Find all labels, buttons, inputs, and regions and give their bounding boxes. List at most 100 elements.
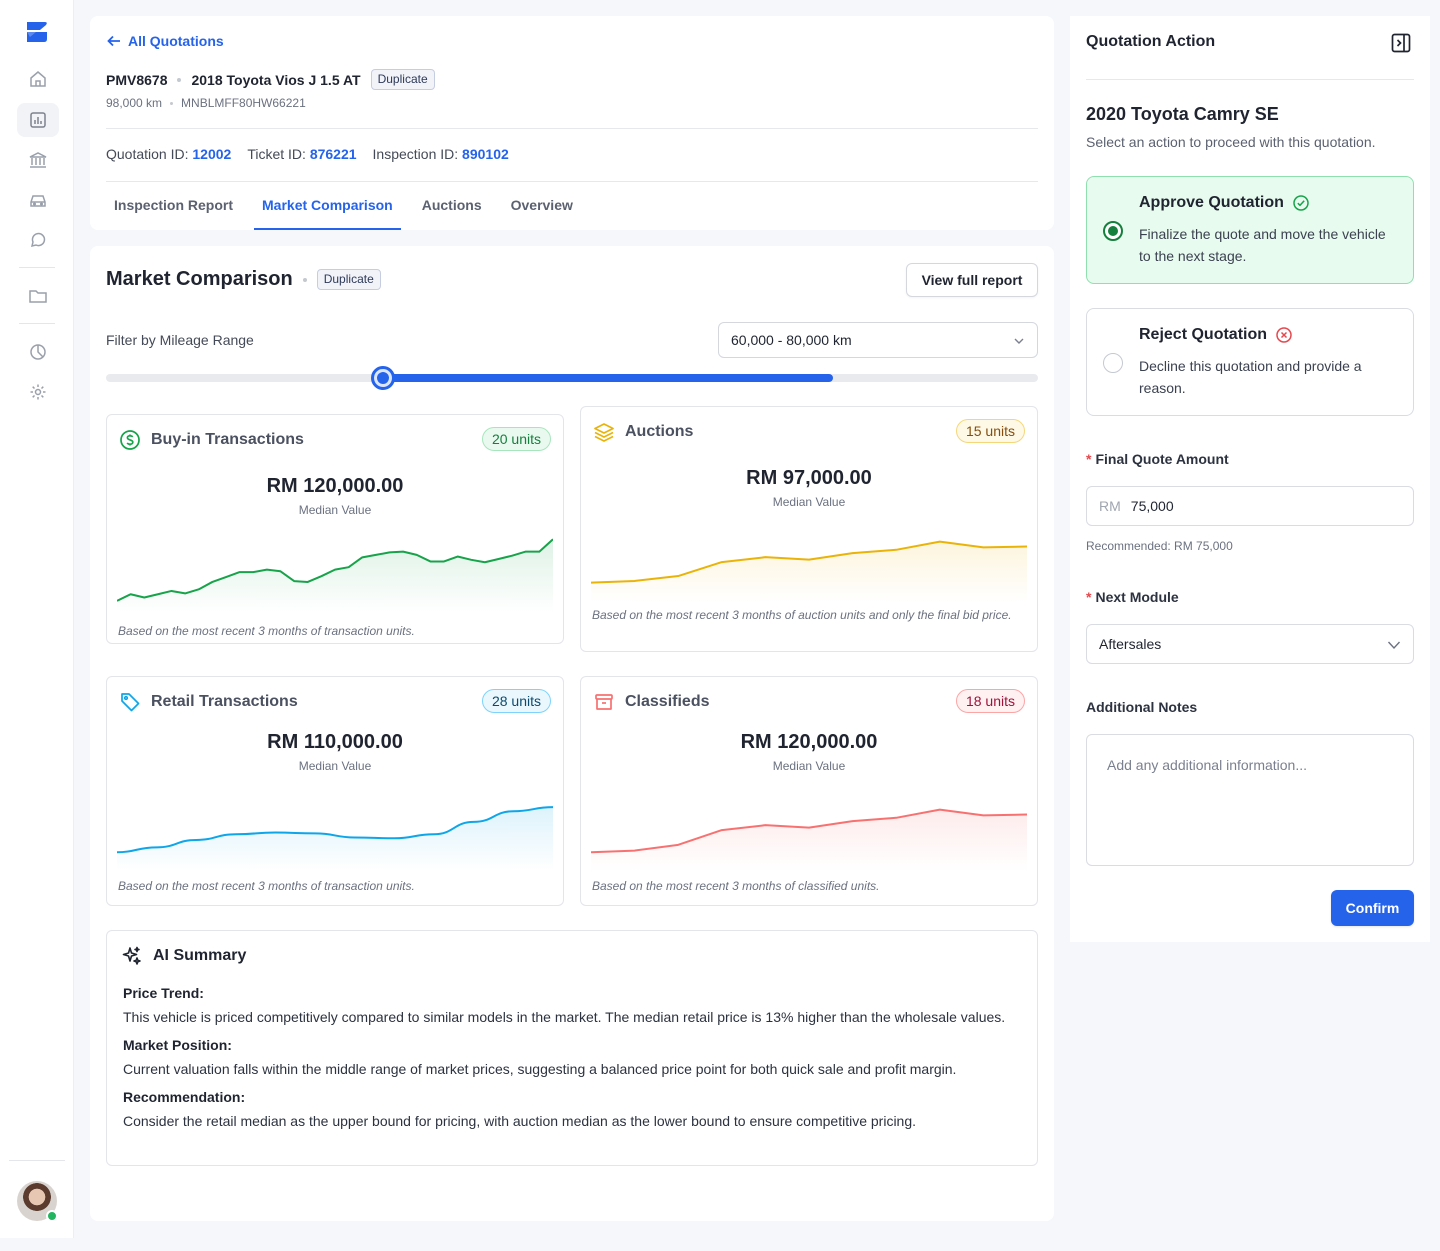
mileage-slider[interactable] [106, 366, 1038, 390]
nav-analytics[interactable] [17, 335, 59, 369]
required-asterisk: * [1086, 451, 1092, 467]
quotation-header: All Quotations PMV8678 2018 Toyota Vios … [90, 16, 1054, 230]
confirm-button[interactable]: Confirm [1331, 890, 1414, 926]
divider [106, 128, 1038, 129]
view-full-report-button[interactable]: View full report [906, 263, 1038, 297]
classifieds-card: Classifieds 18 units RM 120,000.00 Media… [580, 676, 1038, 906]
card-title: Classifieds [625, 693, 710, 710]
quotation-action-panel: Quotation Action 2020 Toyota Camry SE Se… [1070, 16, 1430, 942]
bar-chart-icon [30, 112, 46, 128]
mileage-range-select[interactable]: 60,000 - 80,000 km [718, 322, 1038, 358]
tab-auctions[interactable]: Auctions [414, 182, 490, 230]
trend-area [591, 541, 1027, 603]
reject-description: Decline this quotation and provide a rea… [1139, 358, 1362, 396]
inspection-id-link[interactable]: 890102 [462, 146, 509, 162]
vehicle-name: 2018 Toyota Vios J 1.5 AT [191, 71, 361, 88]
pie-chart-icon [30, 344, 46, 360]
slider-handle[interactable] [370, 366, 395, 390]
median-value: RM 97,000.00 [746, 467, 872, 489]
option-title: Approve Quotation [1139, 194, 1310, 212]
card-footnote: Based on the most recent 3 months of auc… [592, 608, 1012, 622]
card-header: Auctions [593, 421, 693, 443]
mileage-filter-label: Filter by Mileage Range [106, 332, 254, 348]
check-circle-icon [1293, 195, 1309, 211]
nav-home[interactable] [17, 62, 59, 96]
card-footnote: Based on the most recent 3 months of tra… [118, 879, 415, 893]
retail-trend-chart [117, 806, 553, 871]
duplicate-badge: Duplicate [316, 269, 381, 290]
sidebar-divider [9, 1160, 65, 1161]
gear-icon [30, 384, 46, 400]
market-position-heading: Market Position: [123, 1037, 232, 1053]
quotation-id-group: Quotation ID: 12002 [106, 146, 231, 162]
next-module-value: Aftersales [1099, 636, 1162, 652]
collapse-panel-icon[interactable] [1390, 32, 1412, 54]
reject-title: Reject Quotation [1139, 326, 1268, 343]
app-logo-icon[interactable] [24, 19, 50, 45]
recommendation-heading: Recommendation: [123, 1089, 246, 1105]
card-header: Buy-in Transactions [119, 429, 304, 451]
nav-reports[interactable] [17, 103, 59, 137]
chevron-down-icon [1014, 338, 1024, 344]
nav-messages[interactable] [17, 223, 59, 257]
nav-bank[interactable] [17, 143, 59, 177]
card-footnote: Based on the most recent 3 months of cla… [592, 879, 880, 893]
required-asterisk: * [1086, 589, 1092, 605]
approve-description: Finalize the quote and move the vehicle … [1139, 226, 1386, 264]
median-value: RM 110,000.00 [267, 731, 403, 753]
additional-notes-textarea[interactable] [1086, 734, 1414, 866]
card-title: Auctions [625, 423, 694, 440]
back-link-label: All Quotations [128, 33, 224, 49]
ticket-id-label: Ticket ID: [247, 146, 306, 162]
reject-quotation-option[interactable]: Reject Quotation Decline this quotation … [1086, 308, 1414, 416]
panel-description: Select an action to proceed with this qu… [1086, 134, 1376, 150]
price-trend-text: This vehicle is priced competitively com… [123, 1009, 1006, 1025]
median-value-label: Median Value [298, 759, 372, 773]
nav-divider [19, 323, 55, 324]
approve-quotation-option[interactable]: Approve Quotation Finalize the quote and… [1086, 176, 1414, 284]
card-header: Retail Transactions [119, 691, 298, 713]
auctions-trend-chart [591, 540, 1027, 603]
price-trend-heading: Price Trend: [123, 985, 204, 1001]
car-icon [30, 195, 46, 207]
retail-transactions-card: Retail Transactions 28 units RM 110,000.… [106, 676, 564, 906]
nav-settings[interactable] [17, 375, 59, 409]
approve-radio[interactable] [1103, 221, 1123, 241]
layers-icon [594, 423, 614, 442]
x-circle-icon [1276, 327, 1292, 343]
nav-vehicles[interactable] [17, 183, 59, 217]
vehicle-vin: MNBLMFF80HW66221 [181, 96, 306, 110]
dot-separator [170, 101, 174, 105]
final-quote-amount-input[interactable]: RM 75,000 [1086, 486, 1414, 526]
next-module-label: * Next Module [1086, 589, 1179, 605]
tab-market-comparison[interactable]: Market Comparison [254, 182, 401, 230]
chevron-down-icon [1387, 641, 1401, 650]
dot-separator [302, 277, 307, 282]
market-comparison-heading: Market Comparison Duplicate [106, 268, 381, 291]
ticket-id-link[interactable]: 876221 [310, 146, 357, 162]
median-value: RM 120,000.00 [266, 475, 404, 497]
vehicle-code: PMV8678 [106, 71, 168, 88]
tab-inspection-report[interactable]: Inspection Report [106, 182, 241, 230]
online-status-indicator [46, 1210, 58, 1222]
recommended-amount: Recommended: RM 75,000 [1086, 539, 1233, 553]
ticket-id-group: Ticket ID: 876221 [247, 146, 356, 162]
amount-value[interactable]: 75,000 [1131, 498, 1174, 514]
buy-in-transactions-card: Buy-in Transactions 20 units RM 120,000.… [106, 414, 564, 644]
nav-files[interactable] [17, 279, 59, 313]
dot-separator [177, 77, 182, 82]
tab-overview[interactable]: Overview [503, 182, 581, 230]
final-quote-label-text: Final Quote Amount [1095, 451, 1229, 467]
back-to-quotations-link[interactable]: All Quotations [106, 33, 224, 49]
folder-icon [29, 290, 47, 303]
duplicate-badge: Duplicate [370, 69, 435, 90]
next-module-select[interactable]: Aftersales [1086, 624, 1414, 664]
quotation-id-link[interactable]: 12002 [192, 146, 231, 162]
auctions-card: Auctions 15 units RM 97,000.00 Median Va… [580, 406, 1038, 652]
bank-icon [29, 152, 47, 168]
approve-title: Approve Quotation [1139, 194, 1284, 211]
trend-area [117, 539, 553, 613]
classifieds-trend-chart [591, 808, 1027, 871]
reject-radio[interactable] [1103, 353, 1123, 373]
trend-area [591, 809, 1027, 871]
